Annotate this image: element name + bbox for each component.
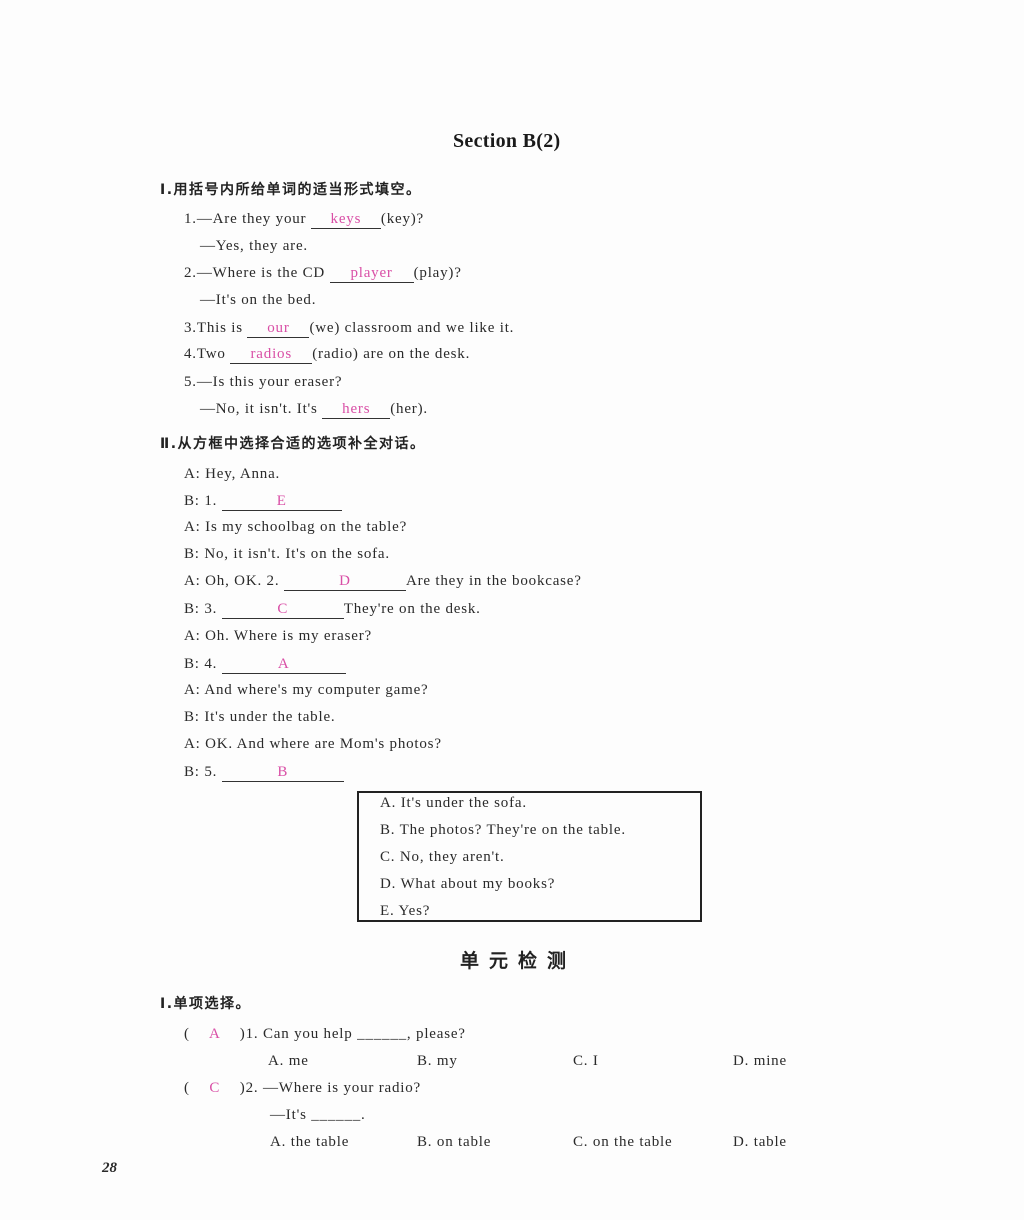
dialogue-line: A: Is my schoolbag on the table? [184, 519, 408, 535]
part1-heading: Ⅰ.用括号内所给单词的适当形式填空。 [160, 182, 422, 198]
q2-option: A. the table [270, 1134, 350, 1150]
answer-blank[interactable]: C [221, 601, 344, 619]
question-1: (A)1. Can you help ______, please? [184, 1026, 466, 1043]
dialogue-line: A: And where's my computer game? [184, 682, 429, 698]
question-2: (C)2. —Where is your radio? [184, 1080, 421, 1097]
p1-item-text: 3.This is [184, 320, 248, 336]
p1-item-text: (radio) are on the desk. [312, 346, 471, 362]
q1-option: D. mine [733, 1053, 787, 1069]
answer-blank[interactable]: keys [310, 211, 381, 229]
dialogue-text: B: 5. [184, 764, 222, 780]
question-2-reply: —It's ______. [270, 1107, 366, 1123]
p1-item-text: 2.—Where is the CD [184, 265, 330, 281]
p1-item-2: 2.—Where is the CD player (play)? [184, 265, 462, 283]
dialogue-line: A: OK. And where are Mom's photos? [184, 736, 442, 752]
p1-item-1-reply: —Yes, they are. [200, 238, 308, 254]
page-number: 28 [102, 1160, 117, 1176]
unit-test-heading: Ⅰ.单项选择。 [160, 996, 252, 1012]
section-title: Section B(2) [453, 130, 561, 152]
dialogue-line: B: No, it isn't. It's on the sofa. [184, 546, 390, 562]
dialogue-text: A: Oh, OK. 2. [184, 573, 284, 589]
p1-item-5: 5.—Is this your eraser? [184, 374, 343, 390]
q1-option: A. me [268, 1053, 309, 1069]
dialogue-text: B: 3. [184, 601, 222, 617]
p1-item-text: (her). [390, 401, 428, 417]
p1-item-2-reply: —It's on the bed. [200, 292, 317, 308]
part2-heading: Ⅱ.从方框中选择合适的选项补全对话。 [160, 436, 426, 452]
dialogue-text: B: 4. [184, 656, 222, 672]
dialogue-text: Are they in the bookcase? [405, 573, 582, 589]
dialogue-text: B: 1. [184, 493, 222, 509]
option-c: C. No, they aren't. [380, 849, 505, 865]
question-stem: )1. Can you help ______, please? [239, 1026, 466, 1042]
p1-item-text: —No, it isn't. It's [200, 401, 323, 417]
dialogue-line: B: 5. B [184, 764, 344, 782]
answer-blank[interactable]: our [247, 320, 310, 338]
p1-item-4: 4.Two radios (radio) are on the desk. [184, 346, 470, 364]
option-b: B. The photos? They're on the table. [380, 822, 626, 838]
q2-option: D. table [733, 1134, 787, 1150]
answer-blank[interactable]: radios [230, 346, 313, 364]
dialogue-line: B: 4. A [184, 656, 346, 674]
answer-choice[interactable]: C [190, 1080, 240, 1097]
p1-item-text: 4.Two [184, 346, 231, 362]
p1-item-1: 1.—Are they your keys (key)? [184, 211, 424, 229]
dialogue-line: B: 3. C They're on the desk. [184, 601, 481, 619]
p1-item-3: 3.This is our (we) classroom and we like … [184, 320, 514, 338]
q2-option: B. on table [417, 1134, 492, 1150]
dialogue-text: They're on the desk. [343, 601, 481, 617]
dialogue-line: A: Oh. Where is my eraser? [184, 628, 372, 644]
option-a: A. It's under the sofa. [380, 795, 527, 811]
answer-blank[interactable]: E [221, 493, 342, 511]
q1-option: B. my [417, 1053, 458, 1069]
option-d: D. What about my books? [380, 876, 556, 892]
answer-blank[interactable]: A [221, 656, 346, 674]
answer-choice[interactable]: A [190, 1026, 240, 1043]
answer-blank[interactable]: hers [322, 401, 391, 419]
p1-item-text: (we) classroom and we like it. [309, 320, 515, 336]
unit-test-title: 单元检测 [460, 950, 577, 972]
p1-item-text: (play)? [413, 265, 462, 281]
dialogue-line: A: Hey, Anna. [184, 466, 281, 482]
p1-item-5-reply: —No, it isn't. It's hers (her). [200, 401, 428, 419]
dialogue-line: B: It's under the table. [184, 709, 336, 725]
option-e: E. Yes? [380, 903, 431, 919]
q1-option: C. I [573, 1053, 599, 1069]
answer-blank[interactable]: B [221, 764, 344, 782]
answer-blank[interactable]: player [329, 265, 414, 283]
question-stem: )2. —Where is your radio? [239, 1080, 421, 1096]
answer-blank[interactable]: D [283, 573, 406, 591]
p1-item-text: (key)? [380, 211, 425, 227]
p1-item-text: 1.—Are they your [184, 211, 311, 227]
dialogue-line: A: Oh, OK. 2. D Are they in the bookcase? [184, 573, 582, 591]
dialogue-line: B: 1. E [184, 493, 342, 511]
q2-option: C. on the table [573, 1134, 673, 1150]
